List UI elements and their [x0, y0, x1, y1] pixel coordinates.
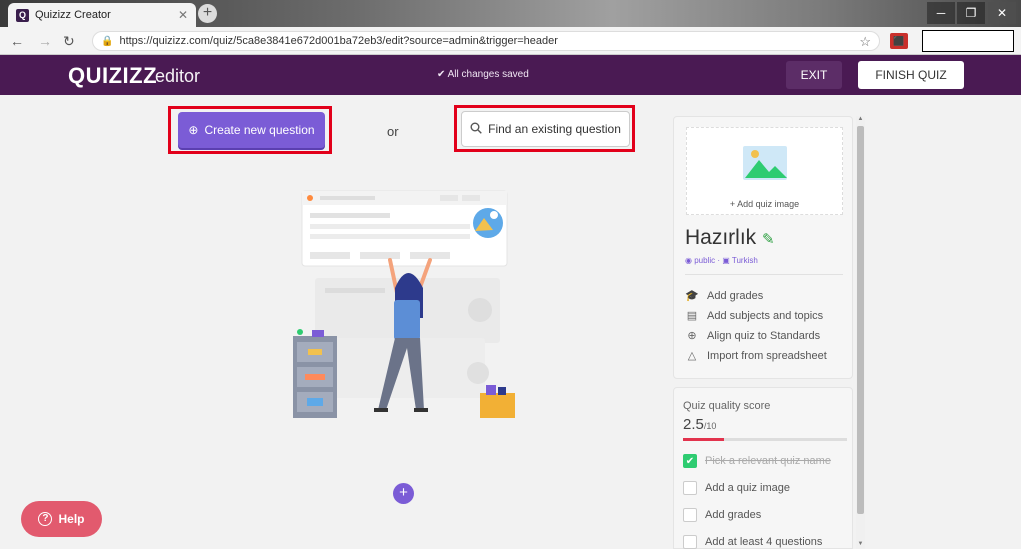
- tab-close-icon[interactable]: ✕: [178, 8, 188, 22]
- checklist-label: Add a quiz image: [705, 482, 790, 494]
- help-button[interactable]: ? Help: [21, 501, 102, 537]
- quiz-title: Hazırlık: [685, 226, 757, 249]
- checklist-item-grades[interactable]: Add grades: [683, 508, 761, 522]
- address-bar-row: ← → ↻ 🔒 https://quizizz.com/quiz/5ca8e38…: [0, 27, 1021, 55]
- language-label[interactable]: Turkish: [732, 256, 758, 265]
- checklist-item-quiz-name[interactable]: ✔ Pick a relevant quiz name: [683, 454, 831, 468]
- eye-icon: ◉: [685, 256, 692, 265]
- search-icon: [470, 122, 482, 137]
- drive-icon: △: [687, 350, 697, 362]
- question-mark-icon: ?: [38, 512, 53, 526]
- image-placeholder-icon: [743, 146, 787, 180]
- graduation-cap-icon: 🎓: [685, 290, 699, 302]
- checkbox-icon: [683, 481, 697, 495]
- quality-score: 2.5/10: [683, 416, 716, 433]
- quality-progress-fill: [683, 438, 724, 441]
- quality-score-max: /10: [703, 421, 717, 431]
- quiz-info-card: + Add quiz image Hazırlık ✎ ◉ public · ▣…: [673, 116, 853, 379]
- minimize-button[interactable]: ─: [927, 2, 955, 24]
- checkbox-checked-icon: ✔: [683, 454, 697, 468]
- empty-state-illustration: [293, 190, 515, 418]
- reload-icon[interactable]: ↻: [63, 33, 75, 50]
- pdf-extension-icon[interactable]: ⬛: [890, 33, 908, 49]
- back-icon[interactable]: ←: [10, 33, 24, 49]
- checklist-item-questions[interactable]: Add at least 4 questions: [683, 535, 822, 549]
- tab-title: Quizizz Creator: [35, 9, 111, 21]
- add-quiz-image-area[interactable]: + Add quiz image: [686, 127, 843, 215]
- bookmark-star-icon[interactable]: ☆: [859, 34, 871, 50]
- add-question-fab[interactable]: +: [393, 483, 414, 504]
- quizizz-logo[interactable]: QUIZIZZ: [68, 63, 157, 89]
- quality-score-value: 2.5: [683, 416, 704, 433]
- checklist-label: Add grades: [705, 509, 762, 521]
- checklist-label: Pick a relevant quiz name: [705, 455, 831, 467]
- scroll-down-icon[interactable]: ▼: [856, 541, 865, 547]
- exit-button[interactable]: EXIT: [786, 61, 842, 89]
- quiz-settings-panel: + Add quiz image Hazırlık ✎ ◉ public · ▣…: [673, 116, 853, 549]
- divider: [685, 274, 843, 275]
- save-status: ✔ All changes saved: [437, 69, 529, 80]
- checkbox-icon: [683, 535, 697, 549]
- create-new-question-button[interactable]: ⊕ Create new question: [178, 112, 325, 148]
- action-label: Add subjects and topics: [707, 309, 824, 322]
- restore-button[interactable]: ❐: [957, 2, 985, 24]
- plus-circle-icon: ⊕: [687, 330, 697, 342]
- book-icon: ▤: [686, 310, 698, 322]
- check-icon: ✔: [437, 69, 446, 80]
- quality-progress-track: [683, 438, 847, 441]
- url-field[interactable]: 🔒 https://quizizz.com/quiz/5ca8e3841e672…: [92, 31, 880, 51]
- close-window-button[interactable]: ✕: [988, 2, 1016, 24]
- quiz-meta: ◉ public · ▣ Turkish: [685, 256, 758, 265]
- checklist-item-quiz-image[interactable]: Add a quiz image: [683, 481, 790, 495]
- lock-icon: 🔒: [101, 35, 114, 47]
- action-label: Import from spreadsheet: [707, 349, 827, 362]
- align-standards-action[interactable]: ⊕ Align quiz to Standards: [685, 329, 821, 343]
- visibility-label[interactable]: public: [694, 256, 715, 265]
- import-spreadsheet-action[interactable]: △ Import from spreadsheet: [685, 349, 827, 363]
- panel-scrollbar[interactable]: ▲ ▼: [856, 116, 865, 549]
- language-icon: ▣: [722, 256, 730, 265]
- checkbox-icon: [683, 508, 697, 522]
- redacted-box: [922, 30, 1014, 52]
- quizizz-favicon-icon: Q: [16, 8, 29, 22]
- find-button-label: Find an existing question: [488, 122, 621, 136]
- scroll-up-icon[interactable]: ▲: [856, 116, 865, 122]
- plus-circle-icon: ⊕: [188, 123, 199, 137]
- quiz-quality-card: Quiz quality score 2.5/10 ✔ Pick a relev…: [673, 387, 853, 549]
- finish-quiz-button[interactable]: FINISH QUIZ: [858, 61, 964, 89]
- new-tab-button[interactable]: +: [198, 4, 217, 23]
- checklist-label: Add at least 4 questions: [705, 536, 823, 548]
- pencil-edit-icon[interactable]: ✎: [762, 230, 775, 248]
- help-label: Help: [58, 512, 85, 526]
- create-button-label: Create new question: [204, 123, 315, 137]
- browser-tab-bar: Q Quizizz Creator ✕ + ─ ❐ ✕: [0, 0, 1021, 27]
- find-existing-question-button[interactable]: Find an existing question: [461, 111, 630, 147]
- url-text: https://quizizz.com/quiz/5ca8e3841e672d0…: [119, 35, 558, 47]
- action-label: Align quiz to Standards: [707, 329, 821, 342]
- quality-title: Quiz quality score: [683, 400, 771, 412]
- scrollbar-thumb[interactable]: [857, 126, 864, 514]
- browser-tab[interactable]: Q Quizizz Creator ✕: [8, 3, 196, 27]
- add-quiz-image-label: + Add quiz image: [729, 199, 800, 209]
- save-status-text: All changes saved: [447, 69, 529, 80]
- forward-icon[interactable]: →: [38, 33, 52, 49]
- add-grades-action[interactable]: 🎓 Add grades: [685, 289, 764, 303]
- or-separator: or: [387, 124, 399, 139]
- add-subjects-action[interactable]: ▤ Add subjects and topics: [685, 309, 824, 323]
- action-label: Add grades: [707, 289, 764, 302]
- editor-header: QUIZIZZ editor ✔ All changes saved EXIT …: [0, 55, 1021, 95]
- editor-label: editor: [155, 66, 201, 86]
